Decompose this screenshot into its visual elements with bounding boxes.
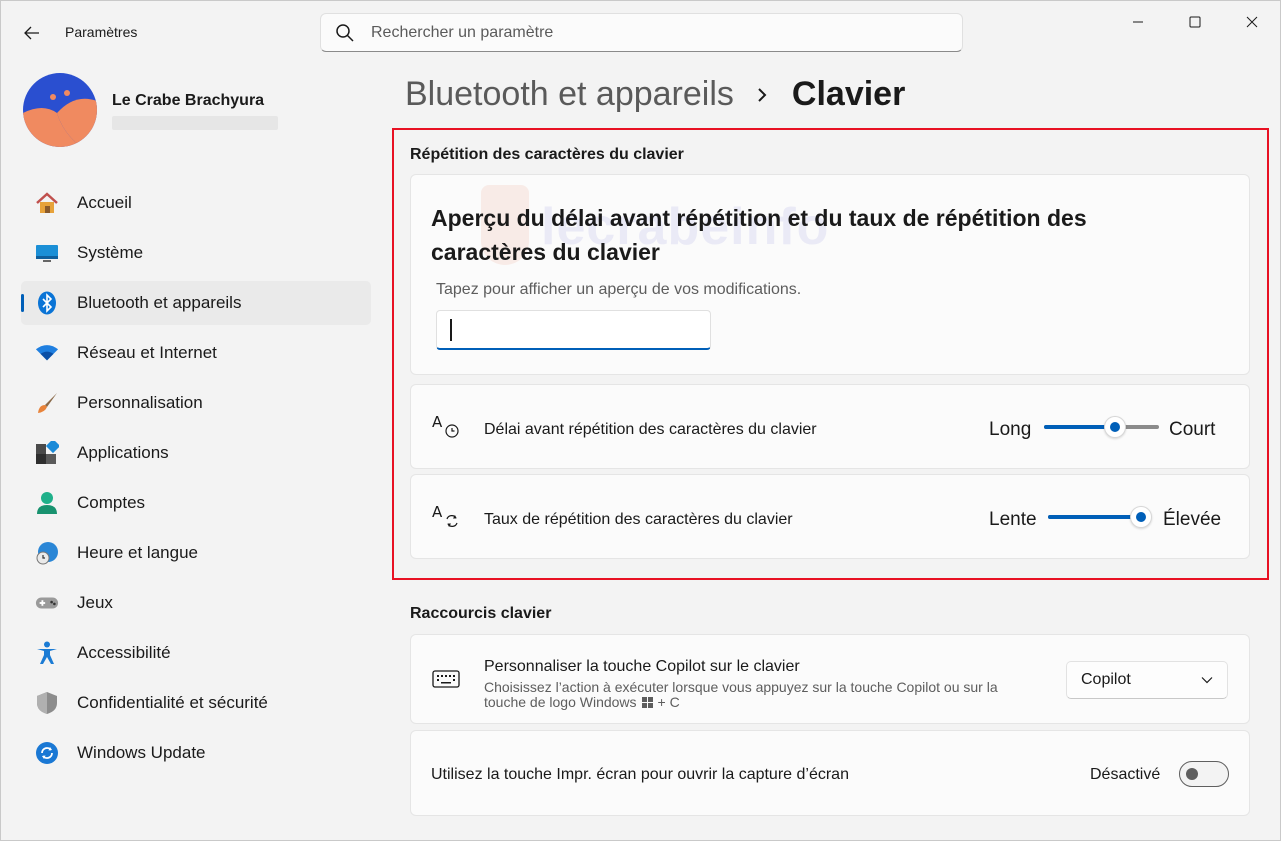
rate-label: Taux de répétition des caractères du cla… (484, 511, 793, 528)
dropdown-selected-value: Copilot (1081, 671, 1131, 688)
sidebar-item-applications[interactable]: Applications (21, 431, 371, 475)
page-title: Clavier (791, 75, 906, 113)
section-title-repetition: Répétition des caractères du clavier (410, 146, 684, 163)
crab-avatar-icon (23, 73, 97, 147)
toggle-knob (1186, 768, 1198, 780)
print-screen-state: Désactivé (1090, 766, 1161, 783)
rate-slider-thumb[interactable] (1130, 506, 1152, 528)
sidebar-item-accueil[interactable]: Accueil (21, 181, 371, 225)
time-language-icon (35, 541, 59, 565)
close-icon (1246, 16, 1258, 28)
search-icon (336, 23, 354, 42)
windows-logo-icon (641, 696, 653, 708)
copilot-key-dropdown[interactable]: Copilot (1066, 661, 1228, 699)
sidebar-item-reseau[interactable]: Réseau et Internet (21, 331, 371, 375)
wifi-icon (35, 341, 59, 365)
rate-min-label: Lente (989, 509, 1037, 530)
gamepad-icon (35, 591, 59, 615)
sidebar-item-systeme[interactable]: Système (21, 231, 371, 275)
delay-max-label: Court (1169, 419, 1216, 440)
minimize-button[interactable] (1124, 9, 1152, 35)
print-screen-label: Utilisez la touche Impr. écran pour ouvr… (431, 766, 849, 783)
maximize-icon (1189, 16, 1201, 28)
preview-hint: Tapez pour afficher un aperçu de vos mod… (436, 281, 802, 298)
accessibility-icon (35, 641, 59, 665)
copilot-label: Personnaliser la touche Copilot sur le c… (484, 658, 800, 675)
profile-email-redacted (112, 116, 278, 130)
profile-name: Le Crabe Brachyura (112, 92, 265, 109)
search-input[interactable] (371, 23, 931, 42)
back-button[interactable] (19, 21, 45, 45)
copilot-description-text: touche de logo Windows (484, 694, 637, 710)
home-icon (35, 191, 59, 215)
avatar[interactable] (23, 73, 97, 147)
sidebar-item-label: Accueil (77, 193, 132, 212)
delay-min-label: Long (989, 419, 1032, 440)
delay-label: Délai avant répétition des caractères du… (484, 421, 817, 438)
app-title: Paramètres (65, 24, 138, 40)
sidebar-nav: Accueil Système Bluetooth et appareils R… (21, 181, 371, 781)
search-box[interactable] (320, 13, 963, 52)
text-caret (450, 319, 452, 341)
preview-text-field[interactable] (436, 310, 711, 350)
sidebar-item-label: Windows Update (77, 743, 206, 762)
copilot-description-line2: touche de logo Windows + C (484, 694, 680, 710)
print-screen-toggle[interactable] (1179, 761, 1229, 787)
sidebar-item-label: Bluetooth et appareils (77, 293, 242, 312)
svg-text:A: A (432, 413, 443, 431)
system-icon (35, 241, 59, 265)
keyboard-icon (432, 670, 460, 688)
minimize-icon (1133, 21, 1143, 23)
sidebar-item-label: Heure et langue (77, 543, 198, 562)
breadcrumb-parent-link[interactable]: Bluetooth et appareils (405, 75, 734, 114)
brush-icon (35, 391, 59, 415)
close-button[interactable] (1238, 9, 1266, 35)
keyboard-delay-icon: A (432, 413, 459, 438)
sidebar-item-bluetooth[interactable]: Bluetooth et appareils (21, 281, 371, 325)
copilot-description-line1: Choisissez l’action à exécuter lorsque v… (484, 679, 998, 695)
chevron-right-icon (756, 85, 770, 105)
update-icon (35, 741, 59, 765)
breadcrumb: Bluetooth et appareils Clavier (405, 75, 905, 114)
sidebar-item-label: Accessibilité (77, 643, 171, 662)
delay-slider[interactable] (1044, 416, 1159, 438)
sidebar-item-windows-update[interactable]: Windows Update (21, 731, 371, 775)
bluetooth-icon (35, 291, 59, 315)
sidebar-item-comptes[interactable]: Comptes (21, 481, 371, 525)
chevron-down-icon (1201, 677, 1213, 684)
shield-icon (35, 691, 59, 715)
svg-text:A: A (432, 503, 443, 521)
title-bar: Paramètres (1, 1, 1281, 61)
sidebar-item-label: Confidentialité et sécurité (77, 693, 268, 712)
section-title-raccourcis: Raccourcis clavier (410, 605, 552, 622)
sidebar-item-jeux[interactable]: Jeux (21, 581, 371, 625)
keyboard-rate-icon: A (432, 503, 458, 527)
maximize-button[interactable] (1181, 9, 1209, 35)
account-icon (35, 491, 59, 515)
sidebar-item-personnalisation[interactable]: Personnalisation (21, 381, 371, 425)
sidebar-item-accessibilite[interactable]: Accessibilité (21, 631, 371, 675)
sidebar-item-label: Système (77, 243, 144, 262)
rate-slider[interactable] (1048, 506, 1152, 528)
sidebar-item-label: Comptes (77, 493, 146, 512)
sidebar-item-label: Applications (77, 443, 169, 462)
copilot-description-key: + C (657, 694, 680, 710)
sidebar-item-label: Réseau et Internet (77, 343, 217, 362)
preview-heading: Aperçu du délai avant répétition et du t… (431, 205, 1087, 265)
delay-slider-thumb[interactable] (1104, 416, 1126, 438)
rate-max-label: Élevée (1163, 509, 1222, 530)
sidebar-item-label: Jeux (77, 593, 113, 612)
apps-icon (35, 441, 59, 465)
sidebar-item-label: Personnalisation (77, 393, 203, 412)
sidebar-item-confidentialite[interactable]: Confidentialité et sécurité (21, 681, 371, 725)
back-arrow-icon (24, 26, 39, 40)
rate-slider-fill (1048, 515, 1141, 519)
sidebar-item-heure-langue[interactable]: Heure et langue (21, 531, 371, 575)
